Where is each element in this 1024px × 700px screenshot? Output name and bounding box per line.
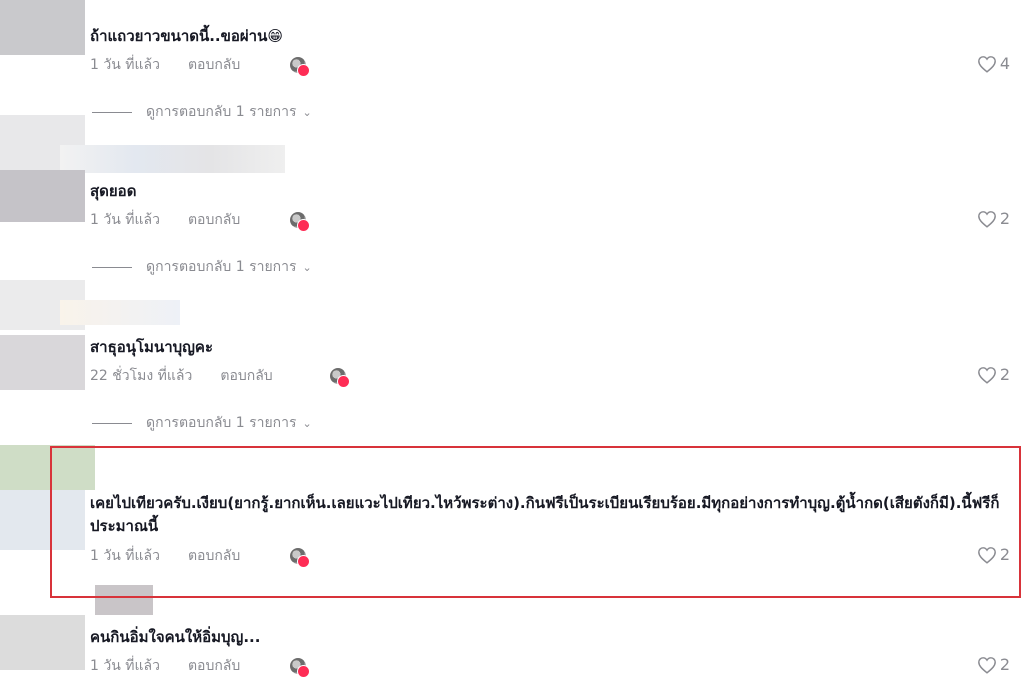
comment-time: 22 ชั่วโมง ที่แล้ว [90, 368, 193, 384]
heart-outline-icon [977, 55, 996, 73]
chevron-down-icon: ⌄ [302, 260, 312, 274]
creator-liked-avatar [290, 212, 310, 232]
creator-liked-avatar [290, 57, 310, 77]
view-replies-button[interactable]: ดูการตอบกลับ 1 รายการ ⌄ [92, 101, 312, 123]
blurred-username [95, 585, 153, 615]
like-count: 2 [999, 209, 1010, 228]
view-replies-label: ดูการตอบกลับ 1 รายการ [146, 104, 297, 120]
chevron-down-icon: ⌄ [302, 105, 312, 119]
comment-text: สาธุอนุโมนาบุญคะ [90, 338, 214, 356]
comment-text: เคยไปเทียวครับ.เงียบ(ยากรู้.ยากเห็น.เลยแ… [90, 494, 1000, 535]
comment-text: ถ้าแถวยาวขนาดนี้..ขอผ่าน😁 [90, 27, 284, 45]
like-count: 2 [999, 365, 1010, 384]
reply-button[interactable]: ตอบกลับ [188, 54, 240, 76]
heart-outline-icon [977, 366, 996, 384]
reply-button[interactable]: ตอบกลับ [188, 209, 240, 231]
blurred-region [0, 490, 85, 550]
like-count: 4 [999, 54, 1010, 73]
comment-time: 1 วัน ที่แล้ว [90, 57, 160, 73]
comment-item: เคยไปเทียวครับ.เงียบ(ยากรู้.ยากเห็น.เลยแ… [90, 492, 1024, 582]
divider-line [92, 422, 132, 424]
comment-text: คนกินอิ่มใจคนให้อิ่มบุญ... [90, 628, 261, 646]
creator-liked-avatar [290, 548, 310, 568]
blurred-username [60, 300, 180, 325]
creator-liked-avatar [290, 658, 310, 678]
divider-line [92, 111, 132, 113]
reply-button[interactable]: ตอบกลับ [220, 365, 272, 387]
view-replies-label: ดูการตอบกลับ 1 รายการ [146, 259, 297, 275]
creator-liked-avatar [330, 368, 350, 388]
comment-item: คนกินอิ่มใจคนให้อิ่มบุญ... 1 วัน ที่แล้ว… [90, 626, 1024, 696]
reply-button[interactable]: ตอบกลับ [188, 545, 240, 567]
reply-button[interactable]: ตอบกลับ [188, 655, 240, 677]
blurred-avatar [0, 445, 95, 490]
heart-outline-icon [977, 210, 996, 228]
like-count: 2 [999, 655, 1010, 674]
blurred-avatar [0, 170, 85, 222]
like-count: 2 [999, 545, 1010, 564]
comment-time: 1 วัน ที่แล้ว [90, 212, 160, 228]
comment-text: สุดยอด [90, 182, 137, 200]
view-replies-button[interactable]: ดูการตอบกลับ 1 รายการ ⌄ [92, 412, 312, 434]
view-replies-button[interactable]: ดูการตอบกลับ 1 รายการ ⌄ [92, 256, 312, 278]
like-button[interactable]: 4 [977, 54, 1010, 73]
like-button[interactable]: 2 [977, 655, 1010, 674]
chevron-down-icon: ⌄ [302, 416, 312, 430]
heart-outline-icon [977, 546, 996, 564]
blurred-avatar [0, 335, 85, 390]
like-button[interactable]: 2 [977, 365, 1010, 384]
like-button[interactable]: 2 [977, 545, 1010, 564]
comment-time: 1 วัน ที่แล้ว [90, 658, 160, 674]
blurred-avatar [0, 0, 85, 55]
comment-time: 1 วัน ที่แล้ว [90, 548, 160, 564]
heart-outline-icon [977, 656, 996, 674]
divider-line [92, 266, 132, 268]
blurred-username [60, 145, 285, 173]
like-button[interactable]: 2 [977, 209, 1010, 228]
blurred-avatar [0, 615, 85, 670]
view-replies-label: ดูการตอบกลับ 1 รายการ [146, 415, 297, 431]
